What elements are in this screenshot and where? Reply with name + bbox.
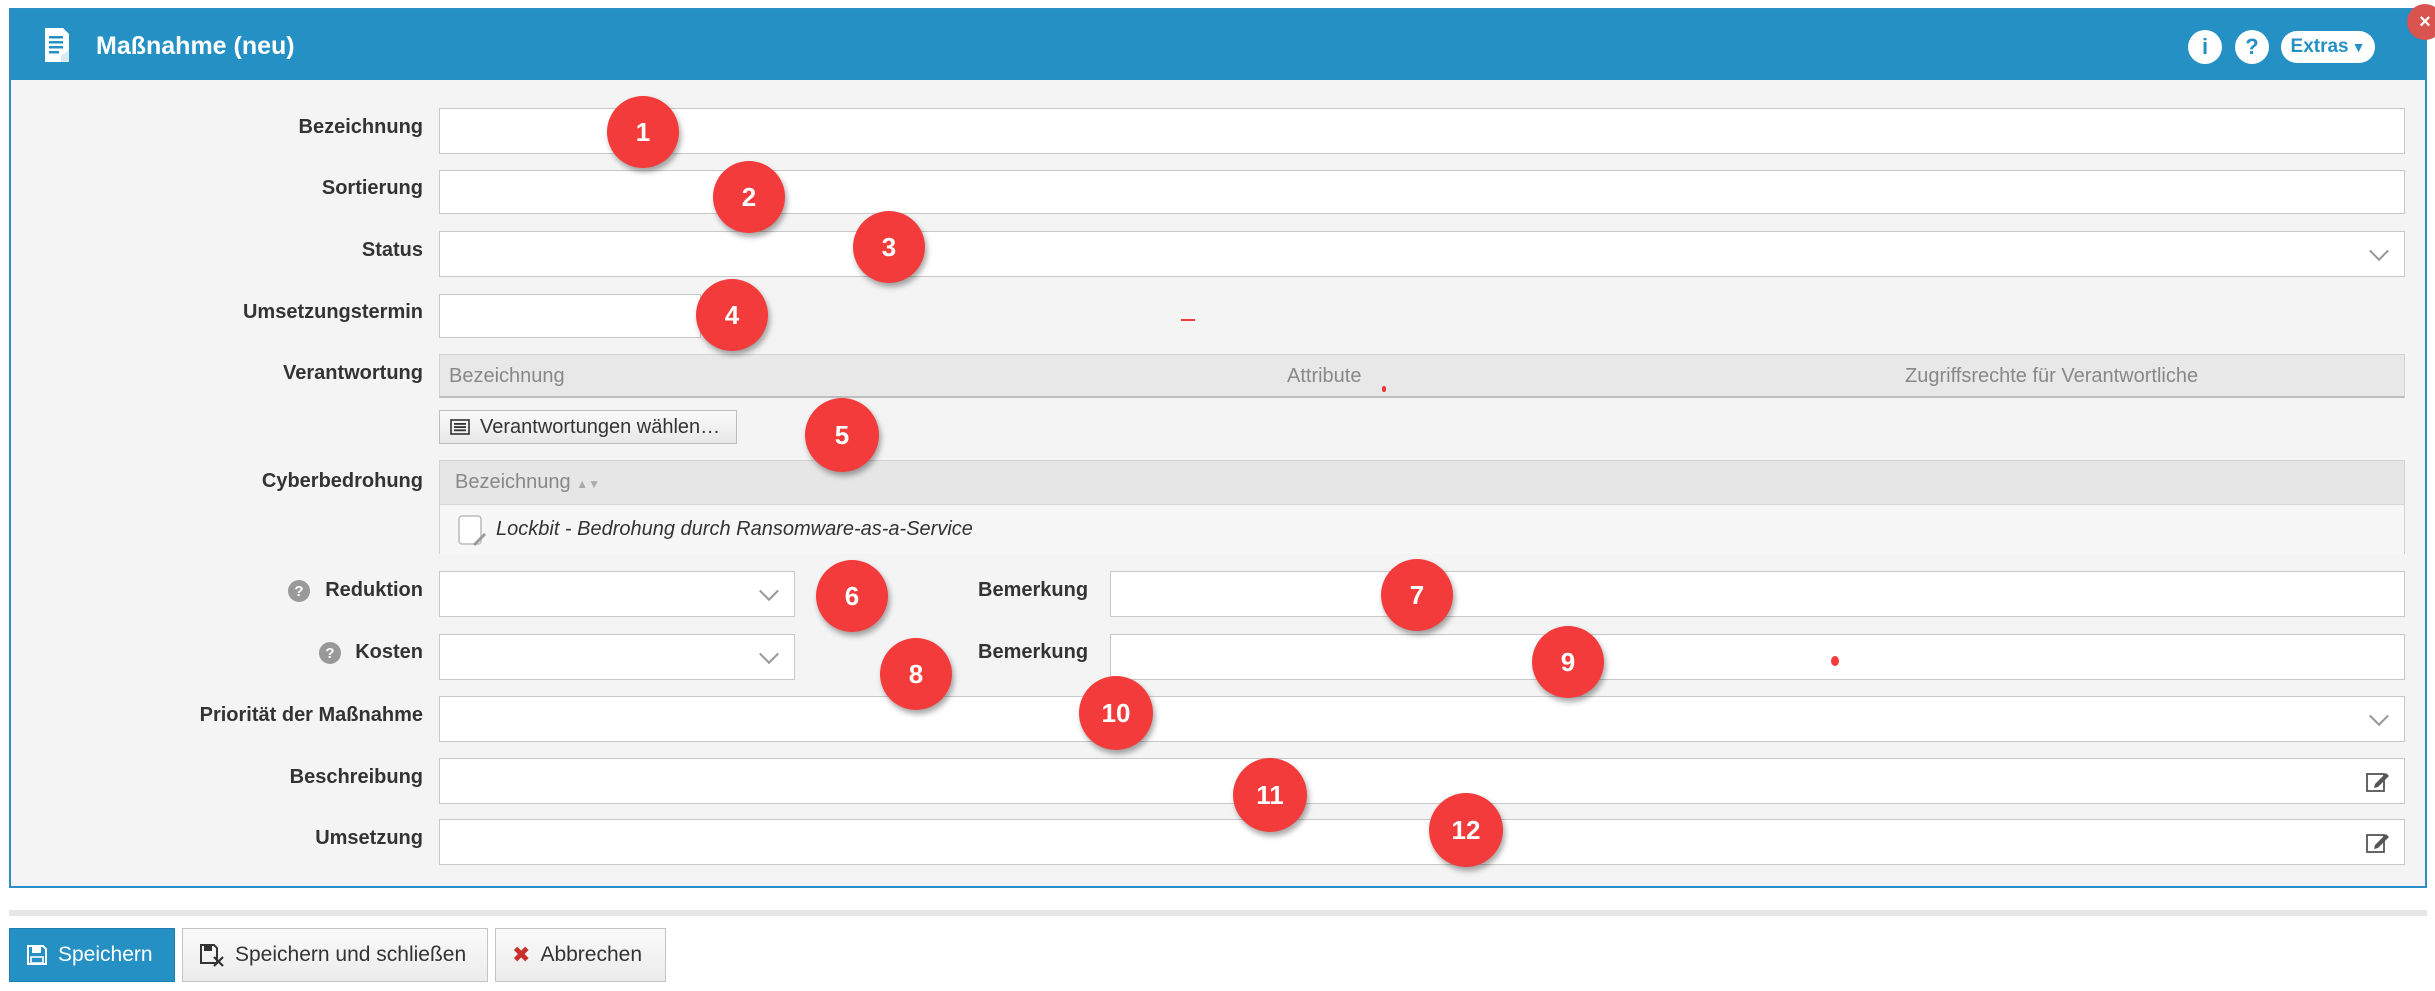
kosten-label: Kosten <box>355 641 423 663</box>
umsetzungstermin-date-input[interactable] <box>439 294 701 338</box>
edit-icon[interactable] <box>2366 770 2390 792</box>
kosten-help-icon[interactable]: ? <box>319 642 341 664</box>
reduktion-bemerkung-label: Bemerkung <box>978 579 1089 601</box>
callout-marker-5: 5 <box>805 398 879 472</box>
close-icon[interactable]: × <box>2407 4 2435 40</box>
prioritaet-label: Priorität der Maßnahme <box>199 704 423 726</box>
beschreibung-label: Beschreibung <box>289 766 423 788</box>
callout-marker-10: 10 <box>1079 676 1153 750</box>
save-label: Speichern <box>58 943 153 966</box>
kosten-bemerkung-label: Bemerkung <box>978 641 1089 663</box>
info-icon[interactable]: i <box>2188 30 2222 64</box>
column-bezeichnung-label: Bezeichnung <box>455 471 571 493</box>
help-icon[interactable]: ? <box>2235 30 2269 64</box>
chevron-down-icon <box>2369 706 2389 727</box>
verantwortung-label: Verantwortung <box>282 362 423 384</box>
dialog-titlebar: Maßnahme (neu) i ? Extras ▼ <box>11 10 2425 80</box>
verantwortung-table-header: Bezeichnung Attribute Zugriffsrechte für… <box>439 354 2405 398</box>
umsetzungstermin-label: Umsetzungstermin <box>242 301 423 323</box>
callout-marker-2: 2 <box>713 161 785 233</box>
reduktion-label: Reduktion <box>325 579 423 601</box>
callout-marker-4: 4 <box>696 279 768 351</box>
cyberbedrohung-table-header: Bezeichnung ▲▼ <box>440 461 2404 505</box>
reduktion-bemerkung-input[interactable] <box>1110 571 2405 617</box>
edit-icon[interactable] <box>2366 831 2390 853</box>
callout-marker-8: 8 <box>880 638 952 710</box>
chevron-down-icon <box>759 581 779 602</box>
column-zugriffsrechte[interactable]: Zugriffsrechte für Verantwortliche <box>1905 365 2198 388</box>
status-label: Status <box>361 239 423 261</box>
beschreibung-input[interactable] <box>439 758 2405 804</box>
table-row[interactable]: Lockbit - Bedrohung durch Ransomware-as-… <box>440 506 2404 554</box>
callout-marker-6: 6 <box>816 560 888 632</box>
cancel-label: Abbrechen <box>540 943 643 966</box>
chevron-down-icon <box>759 644 779 665</box>
sort-icon: ▲▼ <box>576 477 600 491</box>
reduktion-help-icon[interactable]: ? <box>288 580 310 602</box>
footer-divider <box>9 910 2427 916</box>
save-button[interactable]: Speichern <box>9 928 175 982</box>
column-bezeichnung[interactable]: Bezeichnung <box>449 365 565 388</box>
save-and-close-button[interactable]: Speichern und schließen <box>182 928 488 982</box>
callout-marker-3: 3 <box>853 211 925 283</box>
sortierung-label: Sortierung <box>321 177 423 199</box>
annotation-mark <box>1831 656 1839 666</box>
cancel-button[interactable]: ✖ Abbrechen <box>495 928 666 982</box>
umsetzung-input[interactable] <box>439 819 2405 865</box>
callout-marker-9: 9 <box>1532 626 1604 698</box>
cancel-x-icon: ✖ <box>512 942 531 967</box>
verantwortungen-waehlen-button[interactable]: Verantwortungen wählen… <box>439 410 737 444</box>
cyberbedrohung-row-label: Lockbit - Bedrohung durch Ransomware-as-… <box>496 518 973 540</box>
annotation-mark <box>1181 319 1195 321</box>
umsetzung-label: Umsetzung <box>315 827 423 849</box>
annotation-mark <box>1382 386 1386 392</box>
status-select[interactable] <box>439 231 2405 277</box>
floppy-disk-close-icon <box>200 944 224 967</box>
cyberbedrohung-label: Cyberbedrohung <box>261 470 423 492</box>
callout-marker-7: 7 <box>1381 559 1453 631</box>
list-icon <box>450 419 470 435</box>
caret-down-icon: ▼ <box>2351 39 2366 55</box>
extras-menu-button[interactable]: Extras ▼ <box>2281 31 2375 63</box>
callout-marker-12: 12 <box>1429 793 1503 867</box>
extras-label: Extras <box>2290 36 2349 57</box>
save-and-close-label: Speichern und schließen <box>235 943 467 966</box>
callout-marker-11: 11 <box>1233 758 1307 832</box>
bezeichnung-label: Bezeichnung <box>298 116 423 138</box>
prioritaet-select[interactable] <box>439 696 2405 742</box>
column-attribute[interactable]: Attribute <box>1287 365 1361 388</box>
kosten-select[interactable] <box>439 634 795 680</box>
reduktion-select[interactable] <box>439 571 795 617</box>
dialog-window: Maßnahme (neu) i ? Extras ▼ × Bezeichnun… <box>9 4 2435 888</box>
chevron-down-icon <box>2369 241 2389 262</box>
document-edit-icon <box>458 515 486 546</box>
cyberbedrohung-table: Bezeichnung ▲▼ Lockbit - Bedrohung durch… <box>439 460 2405 554</box>
floppy-disk-icon <box>27 945 47 965</box>
document-icon <box>45 28 69 62</box>
dialog-title: Maßnahme (neu) <box>96 32 295 60</box>
kosten-bemerkung-input[interactable] <box>1110 634 2405 680</box>
bezeichnung-input[interactable] <box>439 108 2405 154</box>
column-bezeichnung-sortable[interactable]: Bezeichnung ▲▼ <box>455 471 600 494</box>
callout-marker-1: 1 <box>607 96 679 168</box>
verantwortungen-waehlen-label: Verantwortungen wählen… <box>480 415 721 438</box>
